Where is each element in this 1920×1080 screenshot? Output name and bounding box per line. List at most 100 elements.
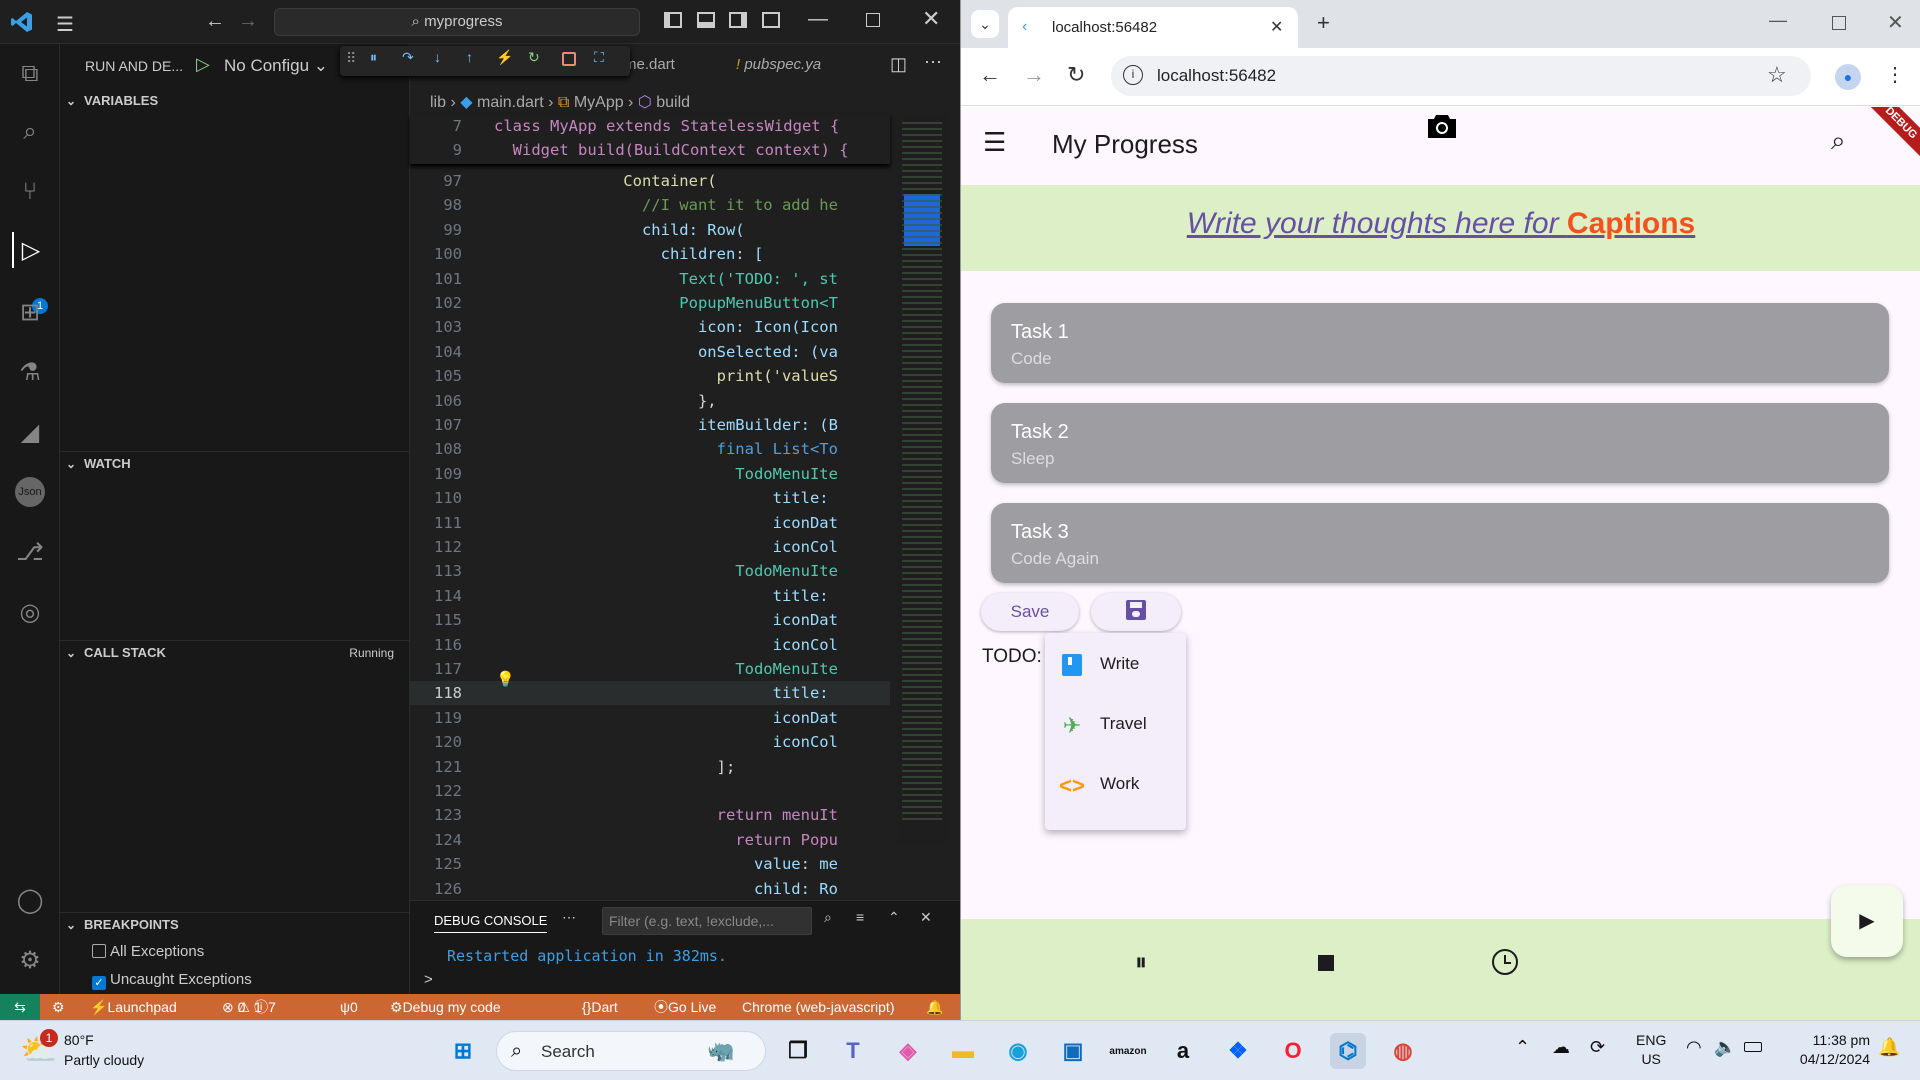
sync-icon[interactable]: ⟳ [1590, 1037, 1605, 1058]
extensions-icon[interactable]: ⊞ [12, 294, 48, 330]
task-card[interactable]: Task 3 Code Again [991, 503, 1889, 583]
device-item[interactable]: Chrome (web-javascript) [742, 994, 894, 1020]
code-line[interactable]: 109 TodoMenuIte [410, 462, 890, 486]
code-line[interactable]: 99 child: Row( [410, 218, 890, 242]
filter-input[interactable]: Filter (e.g. text, !exclude,... [602, 907, 812, 935]
code-line[interactable]: 123 return menuIt [410, 803, 890, 827]
code-line[interactable]: 103 icon: Icon(Icon [410, 315, 890, 339]
breadcrumb-class[interactable]: MyApp [574, 94, 624, 111]
volume-icon[interactable]: 🔈 [1714, 1037, 1736, 1058]
forward-arrow-icon[interactable]: → [238, 10, 258, 33]
copilot-icon[interactable]: ◈ [890, 1033, 926, 1069]
breakpoints-section-header[interactable]: ⌄ BREAKPOINTS [60, 912, 410, 936]
save-icon-button[interactable] [1091, 593, 1181, 631]
remote-indicator-icon[interactable]: ⇆ [0, 994, 40, 1020]
file-explorer-icon[interactable]: ▬ [945, 1033, 981, 1069]
ports-item[interactable]: ψ 0 [340, 994, 358, 1020]
step-into-icon[interactable]: ↓ [434, 49, 441, 65]
menu-item-write[interactable]: Write [1045, 635, 1186, 695]
battery-icon[interactable] [1744, 1042, 1762, 1052]
breadcrumb-method[interactable]: build [656, 94, 690, 111]
taskbar-search[interactable]: ⌕ Search 🦏 [496, 1031, 766, 1071]
code-line[interactable]: 101 Text('TODO: ', st [410, 267, 890, 291]
sticky-line[interactable]: 7 class MyApp extends StatelessWidget { [410, 114, 890, 138]
account-icon[interactable]: ◯ [12, 882, 48, 918]
search-icon[interactable]: ⌕ [12, 114, 48, 150]
weather-widget[interactable]: ⛅ 1 80°F Partly cloudy [20, 1029, 190, 1073]
call-stack-section-header[interactable]: ⌄ CALL STACK Running [60, 640, 410, 664]
step-out-icon[interactable]: ↑ [466, 49, 473, 65]
tab-debug-console[interactable]: DEBUG CONSOLE [434, 913, 548, 933]
flutter-debug-icon[interactable]: ⚙ [52, 994, 65, 1020]
remote-explorer-icon[interactable]: ◎ [12, 594, 48, 630]
code-line[interactable]: 97 Container( [410, 169, 890, 193]
new-tab-button[interactable]: + [1317, 10, 1330, 36]
watch-section-header[interactable]: ⌄ WATCH [60, 451, 410, 475]
layout-toggle-sidebar-icon[interactable] [664, 12, 682, 28]
language-item[interactable]: {} Dart [582, 994, 618, 1020]
devtools-icon[interactable]: ⛶ [594, 49, 604, 66]
settings-gear-icon[interactable]: ⚙ [12, 942, 48, 978]
split-editor-icon[interactable]: ◫ [890, 54, 907, 75]
reload-icon[interactable]: ↻ [1067, 62, 1085, 88]
onedrive-icon[interactable]: ☁ [1552, 1037, 1570, 1058]
code-line[interactable]: 112 iconCol [410, 535, 890, 559]
chrome-taskbar-icon[interactable]: ◍ [1385, 1033, 1421, 1069]
breadcrumb-folder[interactable]: lib [430, 94, 446, 111]
code-line[interactable]: 100 children: [ [410, 242, 890, 266]
code-line[interactable]: 125 value: me [410, 852, 890, 876]
edge-icon[interactable]: ◉ [1000, 1033, 1036, 1069]
notifications-bell-icon[interactable]: 🔔 [926, 994, 943, 1020]
close-tab-icon[interactable]: ✕ [1270, 17, 1283, 37]
code-line[interactable]: 113 TodoMenuIte [410, 559, 890, 583]
thoughts-banner[interactable]: Write your thoughts here for Captions [961, 185, 1920, 271]
language-indicator[interactable]: ENG US [1636, 1031, 1666, 1069]
pause-icon[interactable]: ⏸ [370, 49, 377, 66]
restart-icon[interactable]: ↻ [528, 49, 540, 66]
step-over-icon[interactable]: ↷ [402, 49, 414, 66]
code-line[interactable]: 126 child: Ro [410, 877, 890, 901]
flutter-icon[interactable]: ◢ [12, 414, 48, 450]
wifi-icon[interactable]: ◠ [1686, 1037, 1702, 1058]
source-control-icon[interactable]: ⑂ [12, 174, 48, 210]
show-hidden-icons-chevron[interactable]: ⌃ [1515, 1037, 1530, 1058]
task-view-icon[interactable]: ❐ [780, 1033, 816, 1069]
forward-arrow-icon[interactable]: → [1023, 62, 1045, 88]
run-debug-icon[interactable]: ▷ [12, 232, 48, 268]
task-card[interactable]: Task 1 Code [991, 303, 1889, 383]
store-icon[interactable]: ▣ [1055, 1033, 1091, 1069]
menu-icon[interactable]: ☰ [56, 12, 74, 37]
problems-item[interactable]: ⊗ 0 ⚠ 1 ⓘ 7 [222, 994, 276, 1020]
close-button[interactable]: ✕ [1887, 10, 1904, 35]
hot-reload-icon[interactable]: ⚡ [496, 49, 513, 66]
code-line[interactable]: 119 iconDat [410, 706, 890, 730]
site-info-icon[interactable]: i [1123, 65, 1143, 85]
profile-avatar-icon[interactable]: ● [1835, 64, 1861, 90]
code-line[interactable]: 114 title: [410, 584, 890, 608]
opera-icon[interactable]: O [1275, 1033, 1311, 1069]
launch-config-select[interactable]: No Configu ⌄ [224, 56, 328, 76]
lightbulb-icon[interactable]: 💡 [496, 670, 515, 688]
dropbox-icon[interactable]: ❖ [1220, 1033, 1256, 1069]
code-line[interactable]: 106 }, [410, 389, 890, 413]
history-clock-icon[interactable] [1492, 949, 1518, 975]
code-line[interactable]: 105 print('valueS [410, 364, 890, 388]
code-line[interactable]: 111 iconDat [410, 511, 890, 535]
minimap[interactable] [898, 114, 948, 844]
code-line[interactable]: 98 //I want it to add he [410, 193, 890, 217]
variables-section-header[interactable]: ⌄ VARIABLES [60, 89, 410, 113]
stop-icon[interactable] [562, 52, 576, 66]
code-line[interactable]: 118 title: [410, 681, 890, 706]
checkbox[interactable] [92, 944, 106, 958]
code-line[interactable]: 121 ]; [410, 755, 890, 779]
address-bar[interactable]: i localhost:56482 ☆ [1111, 56, 1811, 96]
close-button[interactable]: ✕ [922, 6, 940, 32]
editor-tab[interactable]: ! pubspec.ya [736, 56, 821, 73]
breakpoint-item[interactable]: All Exceptions [92, 943, 204, 960]
command-center-search[interactable]: ⌕ myprogress [274, 8, 640, 36]
layout-toggle-panel-icon[interactable] [697, 12, 715, 28]
save-button[interactable]: Save [981, 593, 1079, 631]
menu-item-travel[interactable]: ✈ Travel [1045, 695, 1186, 755]
clock[interactable]: 11:38 pm 04/12/2024 [1780, 1031, 1870, 1069]
sticky-line[interactable]: 9 Widget build(BuildContext context) { [410, 138, 890, 162]
